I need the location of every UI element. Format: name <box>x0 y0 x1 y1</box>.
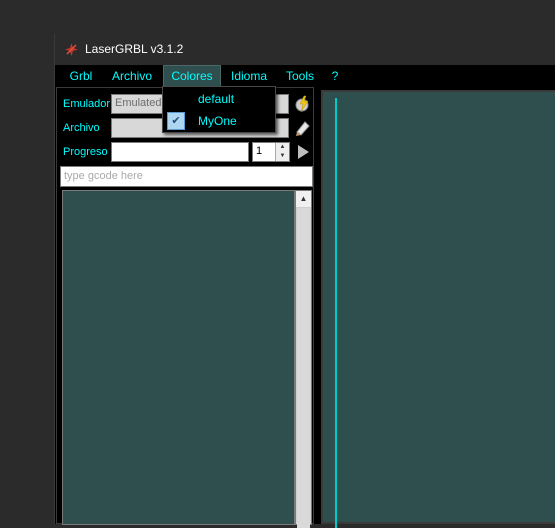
stepper-down-icon[interactable]: ▼ <box>276 152 289 161</box>
colores-option-default[interactable]: default <box>164 88 275 110</box>
stepper-up-icon[interactable]: ▲ <box>276 143 289 152</box>
menu-colores[interactable]: Colores <box>163 65 221 87</box>
menu-grbl[interactable]: Grbl <box>63 65 99 87</box>
open-file-icon[interactable] <box>293 118 313 138</box>
window-title: LaserGRBL v3.1.2 <box>85 42 184 56</box>
control-panel: Emulador Emulated C Archivo Progreso 1 ▲… <box>56 87 314 528</box>
progress-bar <box>111 142 249 162</box>
menu-archivo[interactable]: Archivo <box>105 65 159 87</box>
copies-value: 1 <box>256 145 263 157</box>
scroll-thumb[interactable] <box>297 208 310 528</box>
menu-bar: Grbl Archivo Colores Idioma Tools ? <box>55 65 555 87</box>
progreso-label: Progreso <box>63 146 108 158</box>
run-icon[interactable] <box>293 142 313 162</box>
log-scrollbar[interactable]: ▲ <box>295 190 312 528</box>
colores-dropdown: default ✔ MyOne <box>162 86 276 133</box>
check-icon: ✔ <box>167 112 185 130</box>
job-preview-canvas[interactable] <box>321 90 555 528</box>
main-window: LaserGRBL v3.1.2 Grbl Archivo Colores Id… <box>54 34 555 528</box>
menu-idioma[interactable]: Idioma <box>225 65 273 87</box>
preview-axis-line <box>335 98 337 528</box>
stepper-arrows[interactable]: ▲ ▼ <box>275 143 289 161</box>
gcode-input[interactable]: type gcode here <box>60 166 313 187</box>
title-bar: LaserGRBL v3.1.2 <box>55 34 555 65</box>
emulador-label: Emulador <box>63 98 111 110</box>
menu-tools[interactable]: Tools <box>279 65 321 87</box>
laser-app-icon <box>65 43 78 56</box>
archivo-label: Archivo <box>63 122 100 134</box>
menu-help[interactable]: ? <box>325 65 345 87</box>
option-label: MyOne <box>198 114 237 128</box>
scroll-up-icon[interactable]: ▲ <box>296 191 311 207</box>
copies-stepper[interactable]: 1 ▲ ▼ <box>252 142 290 162</box>
connect-icon[interactable] <box>293 94 313 114</box>
option-label: default <box>198 92 235 106</box>
command-log <box>62 190 295 525</box>
colores-option-myone[interactable]: ✔ MyOne <box>164 110 275 132</box>
